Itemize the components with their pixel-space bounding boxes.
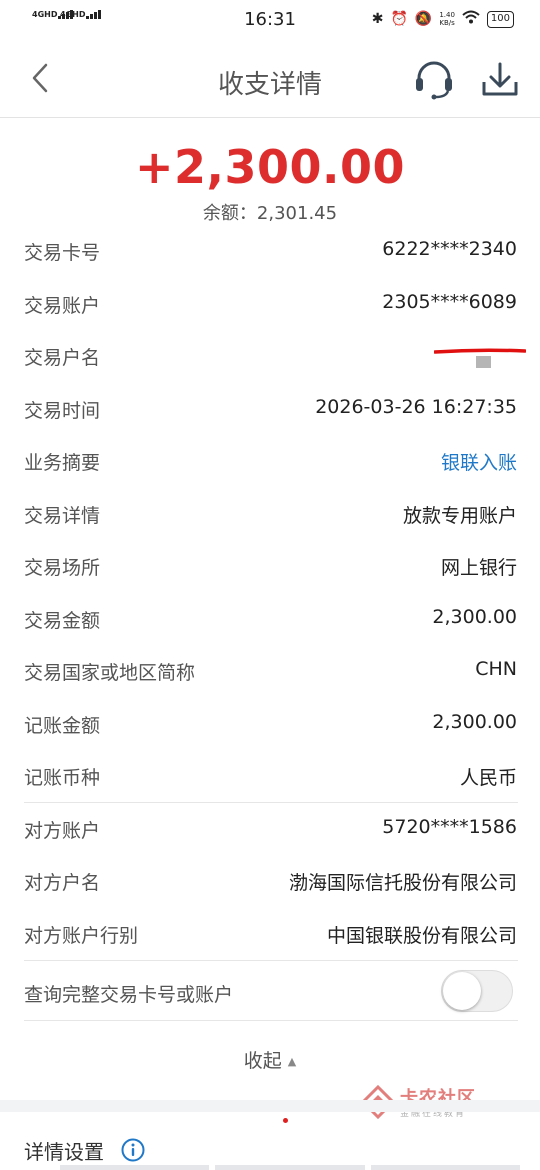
detail-label: 交易账户 (24, 294, 101, 317)
full-number-toggle[interactable] (441, 970, 513, 1012)
detail-row-account: 交易账户 2305****6089 (0, 277, 540, 330)
transaction-detail-list: 交易卡号 6222****2340 交易账户 2305****6089 交易户名… (0, 224, 540, 961)
nav-bar: 收支详情 (0, 42, 540, 118)
detail-label: 交易金额 (24, 609, 101, 632)
business-summary-link[interactable]: 银联入账 (441, 448, 517, 475)
detail-label: 记账金额 (24, 714, 101, 737)
collapse-label: 收起 (243, 1050, 282, 1072)
net-speed-value: 1.40 (439, 11, 455, 19)
detail-label: 交易户名 (24, 347, 101, 369)
detail-value: 放款专用账户 (402, 504, 517, 527)
detail-value: 2026-03-26 16:27:35 (315, 395, 517, 418)
detail-row-card-number: 交易卡号 6222****2340 (0, 224, 540, 277)
detail-row-amount: 交易金额 2,300.00 (0, 592, 540, 645)
detail-label: 业务摘要 (24, 452, 101, 474)
full-number-toggle-row: 查询完整交易卡号或账户 (0, 962, 540, 1020)
detail-value: 2305****6089 (382, 290, 517, 313)
detail-value: 中国银联股份有限公司 (326, 924, 517, 947)
bottom-placeholder-bars (60, 1165, 520, 1170)
collapse-button[interactable]: 收起 ▲ (0, 1046, 540, 1073)
detail-row-counterparty-bank: 对方账户行别 中国银联股份有限公司 (0, 907, 540, 960)
toggle-knob (443, 972, 481, 1010)
detail-label: 交易卡号 (24, 242, 101, 264)
info-icon[interactable] (121, 1138, 145, 1162)
detail-row-venue: 交易场所 网上银行 (0, 539, 540, 592)
download-icon (482, 62, 518, 96)
battery-icon: 100 (486, 10, 514, 28)
detail-value: CHN (475, 658, 517, 680)
caret-up-icon: ▲ (287, 1055, 297, 1068)
status-icons: ✱ ⏰ 🔕 1.40 KB/s 100 (372, 10, 514, 28)
detail-row-counterparty-account: 对方账户 5720****1586 (0, 802, 540, 855)
detail-row-summary: 业务摘要 银联入账 (0, 434, 540, 487)
net-speed: 1.40 KB/s (439, 11, 455, 27)
alarm-icon: ⏰ (390, 11, 408, 27)
mute-bell-icon: 🔕 (414, 11, 433, 27)
detail-label: 对方账户行别 (24, 924, 139, 947)
page-title: 收支详情 (217, 70, 322, 100)
transaction-amount: +2,300.00 (134, 140, 406, 194)
detail-label: 对方账户 (24, 819, 101, 842)
divider (24, 1020, 518, 1021)
status-bar: 4GHD 4GHD 16:31 ✱ ⏰ 🔕 1.40 KB/s 100 (0, 0, 540, 42)
detail-row-currency: 记账币种 人民币 (0, 749, 540, 802)
redaction-block (476, 356, 491, 368)
page-indicator-dot (283, 1118, 288, 1123)
details-settings-title: 详情设置 (24, 1140, 104, 1164)
detail-row-time: 交易时间 2026-03-26 16:27:35 (0, 382, 540, 435)
detail-label: 交易场所 (24, 557, 101, 579)
section-gap (0, 1100, 540, 1112)
wifi-icon (462, 10, 480, 28)
toggle-label: 查询完整交易卡号或账户 (24, 984, 234, 1006)
detail-value: 5720****1586 (382, 815, 517, 838)
detail-label: 交易详情 (24, 504, 101, 527)
detail-label: 对方户名 (24, 872, 101, 894)
customer-service-button[interactable] (412, 58, 456, 102)
detail-value: 渤海国际信托股份有限公司 (288, 872, 517, 894)
detail-row-account-name: 交易户名 (0, 329, 540, 382)
headset-icon (416, 61, 452, 100)
detail-label: 交易时间 (24, 399, 101, 422)
detail-row-counterparty-name: 对方户名 渤海国际信托股份有限公司 (0, 854, 540, 907)
account-balance: 余额：2,301.45 (202, 203, 338, 224)
detail-value: 人民币 (459, 767, 517, 789)
detail-value: 网上银行 (440, 557, 517, 579)
redaction-mark (434, 348, 526, 354)
detail-value: 6222****2340 (382, 238, 517, 260)
detail-row-description: 交易详情 放款专用账户 (0, 487, 540, 540)
net-speed-unit: KB/s (439, 19, 455, 27)
detail-value: 2,300.00 (432, 710, 517, 733)
detail-row-country: 交易国家或地区简称 CHN (0, 644, 540, 697)
detail-value: 2,300.00 (432, 605, 517, 628)
download-button[interactable] (478, 60, 522, 100)
detail-label: 记账币种 (24, 767, 101, 789)
detail-label: 交易国家或地区简称 (24, 662, 196, 684)
bluetooth-icon: ✱ (371, 11, 384, 27)
detail-row-posted-amount: 记账金额 2,300.00 (0, 697, 540, 750)
divider (24, 960, 518, 961)
